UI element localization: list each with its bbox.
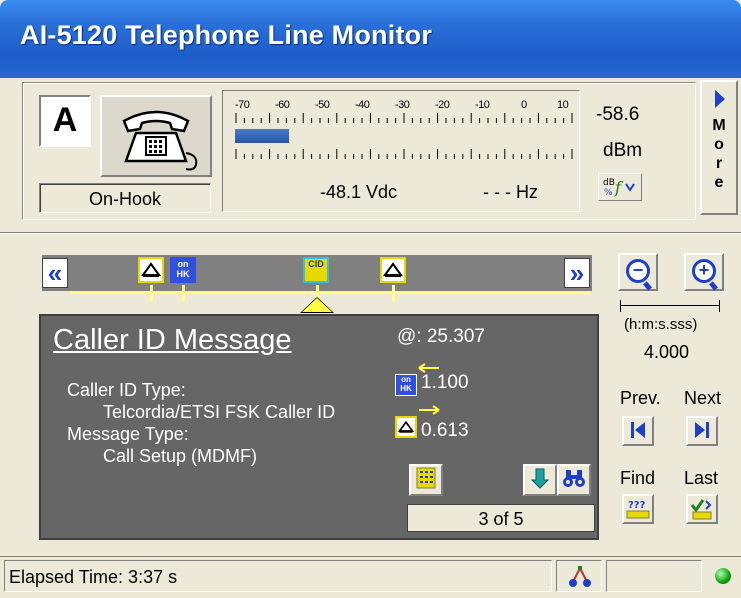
timeline-next-button[interactable]: » [564,258,590,288]
delta-previous: 1.100 [421,372,469,393]
meter-ticks-top [235,113,573,123]
zoom-in-icon: + [692,259,716,283]
window-title: AI-5120 Telephone Line Monitor [20,20,433,50]
decode-button[interactable] [409,464,443,496]
svg-text:dB: dB [603,178,615,188]
time-scale-value: 4.000 [644,342,690,362]
more-letter: M [712,117,726,134]
more-letter: e [714,174,724,191]
time-scale-ruler [620,300,720,312]
caller-id-type-value: Telcordia/ETSI FSK Caller ID [103,402,336,422]
scale-label: -50 [315,99,330,111]
svg-text:f: f [614,178,624,197]
more-label: M o r e [702,116,736,192]
db-scale-icon: dB % f [603,178,635,198]
find-event-button[interactable]: ??? [622,494,654,524]
event-title: Caller ID Message [53,324,292,356]
ring-event-icon[interactable] [138,257,164,283]
bell-icon [141,262,161,277]
next-event-button[interactable] [686,416,718,446]
event-detail-panel: Caller ID Message @: 25.307 Caller ID Ty… [39,314,599,540]
dbm-unit: dBm [603,140,643,161]
prev-event-button[interactable] [622,416,654,446]
skip-back-icon [631,422,645,438]
status-panel [606,560,702,592]
caller-id-type-label: Caller ID Type: [67,380,186,400]
meter-bar [235,129,575,143]
scale-label: -20 [435,99,450,111]
ring-icon [395,416,417,438]
zoom-handle [709,281,718,291]
download-button[interactable] [523,464,557,496]
db-scale-button[interactable]: dB % f [598,173,642,201]
last-label: Last [684,468,719,488]
event-timestamp: @: 25.307 [397,326,485,347]
timeline-tick [150,285,153,301]
message-type-value: Call Setup (MDMF) [103,446,258,466]
timeline-tick [392,285,395,301]
scale-label: -40 [355,99,370,111]
telephone-icon [122,110,198,171]
timeline-tick [182,285,185,301]
bell-icon [383,262,403,277]
more-letter: o [714,136,724,153]
svg-text:%: % [604,188,613,198]
line-letter: A [39,95,91,147]
status-indicator [715,568,731,584]
binoculars-icon [563,470,585,487]
more-button[interactable]: M o r e [700,80,738,215]
last-event-button[interactable] [686,494,718,524]
zoom-out-icon: − [626,259,650,283]
event-counter: 3 of 5 [407,504,595,532]
network-icon [569,566,591,587]
timeline-prev-button[interactable]: « [42,258,68,288]
prev-label: Prev. [620,388,661,408]
svg-text:???: ??? [628,500,646,511]
zoom-handle [643,281,652,291]
phone-status-display [100,95,212,177]
scale-label: 10 [557,99,569,111]
next-label: Next [684,388,722,408]
last-event-icon [690,499,712,520]
zoom-out-button[interactable]: − [618,253,658,291]
connection-status-cell [556,560,602,592]
right-arrow-icon [419,405,440,415]
timeline-axis [70,291,590,294]
skip-forward-icon [695,422,709,438]
dbm-value: -58.6 [596,104,640,125]
current-event-pointer [302,298,332,312]
ring-event-icon[interactable] [380,257,406,283]
expand-arrow-icon [715,90,725,108]
find-label: Find [620,468,656,488]
message-type-label: Message Type: [67,424,189,444]
find-button[interactable] [557,464,591,496]
caller-id-event-icon[interactable]: CID [303,257,329,283]
down-arrow-icon [530,468,550,489]
scale-label: -10 [475,99,490,111]
scale-label: -70 [235,99,250,111]
scale-label: -30 [395,99,410,111]
elapsed-time: Elapsed Time: 3:37 s [4,560,552,592]
title-bar[interactable]: AI-5120 Telephone Line Monitor [0,0,741,78]
meter-ticks-bottom [235,149,573,159]
voltage-readout: -48.1 Vdc [320,182,398,202]
scale-label: -60 [275,99,290,111]
delta-next: 0.613 [421,420,469,441]
zoom-in-button[interactable]: + [684,253,724,291]
frequency-readout: - - - Hz [483,182,538,202]
meter-bar-fill [235,129,290,143]
hook-event-icon[interactable]: on HK [170,257,196,283]
on-hook-icon: on HK [395,374,417,396]
find-event-icon: ??? [626,500,650,519]
hook-status-field: On-Hook [39,183,211,213]
scale-label: 0 [521,99,527,111]
data-grid-icon [416,467,436,489]
bell-icon [397,420,415,433]
more-letter: r [715,155,723,172]
time-units: (h:m:s.sss) [624,316,698,333]
